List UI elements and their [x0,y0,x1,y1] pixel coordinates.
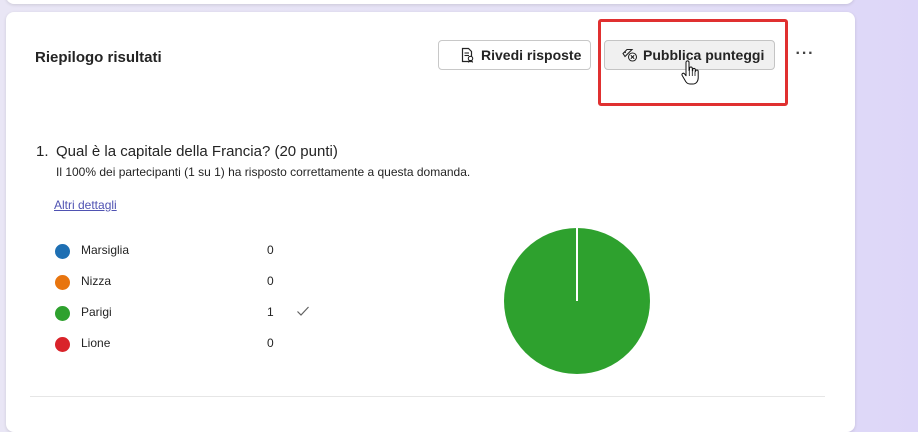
legend-color-dot [55,337,70,352]
more-options-button[interactable]: ··· [795,46,815,65]
results-card [6,12,855,432]
review-responses-button[interactable]: Rivedi risposte [438,40,591,70]
question-stats: Il 100% dei partecipanti (1 su 1) ha ris… [56,165,471,179]
legend-count: 1 [267,305,274,319]
previous-card [6,0,854,4]
legend-label: Nizza [81,274,112,288]
legend-color-dot [55,275,70,290]
question-text: Qual è la capitale della Francia? (20 pu… [56,143,338,160]
legend-color-dot [55,244,70,259]
review-responses-label: Rivedi risposte [481,47,582,63]
question-number: 1. [36,143,49,160]
section-divider [30,396,825,397]
document-review-icon [459,47,475,63]
publish-scores-label: Pubblica punteggi [643,47,765,63]
more-details-link[interactable]: Altri dettagli [54,198,117,212]
legend-count: 0 [267,274,274,288]
legend-color-dot [55,306,70,321]
correct-answer-check-icon [295,303,311,324]
summary-title: Riepilogo risultati [35,49,162,66]
legend-label: Lione [81,336,111,350]
legend-count: 0 [267,336,274,350]
legend-label: Parigi [81,305,112,319]
answers-pie-chart [504,228,650,374]
publish-scores-icon [621,47,638,63]
hand-pointer-cursor-icon [680,60,700,91]
legend-label: Marsiglia [81,243,130,257]
legend-count: 0 [267,243,274,257]
